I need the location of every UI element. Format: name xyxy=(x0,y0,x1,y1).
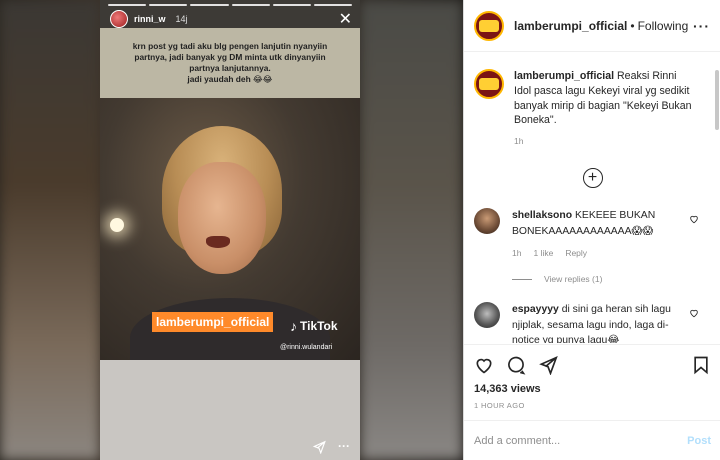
account-avatar[interactable] xyxy=(474,10,504,41)
comment-avatar[interactable] xyxy=(474,208,500,235)
comment-meta: 1h 1 like Reply xyxy=(512,247,684,260)
story-caption-box: krn post yg tadi aku blg pengen lanjutin… xyxy=(100,28,360,98)
blurred-background-left xyxy=(0,0,100,460)
post-timestamp[interactable]: 1 HOUR AGO xyxy=(474,401,711,410)
story-frame: rinni_w 14j ✕ krn post yg tadi aku blg p… xyxy=(100,0,360,460)
tiktok-note-icon: ♪ xyxy=(290,318,297,334)
post-comment-button[interactable]: Post xyxy=(687,435,711,447)
close-icon[interactable]: ✕ xyxy=(339,12,352,28)
comment-username[interactable]: shellaksono xyxy=(512,210,572,221)
like-icon[interactable] xyxy=(474,355,494,375)
caption-avatar[interactable] xyxy=(474,69,504,99)
blurred-background-right xyxy=(360,0,463,460)
media-viewer[interactable]: rinni_w 14j ✕ krn post yg tadi aku blg p… xyxy=(0,0,463,460)
person-mouth xyxy=(206,236,230,248)
share-icon[interactable] xyxy=(538,355,558,375)
header-separator: • xyxy=(630,18,635,33)
caption-username[interactable]: lamberumpi_official xyxy=(514,70,614,82)
post-caption: lamberumpi_official Reaksi Rinni Idol pa… xyxy=(464,53,720,148)
story-header: rinni_w 14j xyxy=(110,10,188,28)
bookmark-icon[interactable] xyxy=(691,355,711,375)
comment-username[interactable]: espayyyy xyxy=(512,304,559,315)
tiktok-logo: ♪ TikTok xyxy=(290,318,338,334)
send-icon[interactable] xyxy=(312,440,326,454)
person-face xyxy=(178,162,266,274)
tiktok-label: TikTok xyxy=(300,319,338,333)
more-icon[interactable]: ··· xyxy=(338,440,350,452)
view-count[interactable]: 14,363 views xyxy=(474,383,711,395)
story-avatar[interactable] xyxy=(110,10,128,28)
comment-input[interactable] xyxy=(474,434,688,447)
heart-icon[interactable] xyxy=(689,214,699,224)
view-replies-button[interactable]: View replies (1) xyxy=(512,274,720,284)
load-more-comments-icon[interactable]: + xyxy=(582,168,603,189)
reply-button[interactable]: Reply xyxy=(565,247,587,260)
comments-section[interactable]: lamberumpi_official Reaksi Rinni Idol pa… xyxy=(464,53,720,343)
comment-item: espayyyy di sini ga heran sih lagu njipl… xyxy=(464,302,720,343)
post-panel: lamberumpi_official • Following ··· lamb… xyxy=(463,0,720,460)
caption-time: 1h xyxy=(514,136,524,147)
heart-icon[interactable] xyxy=(689,308,699,318)
story-caption: krn post yg tadi aku blg pengen lanjutin… xyxy=(132,41,328,84)
story-progress xyxy=(108,4,353,6)
comment-icon[interactable] xyxy=(506,355,526,375)
lamp-light xyxy=(110,218,124,232)
comment-composer: Post xyxy=(464,420,720,460)
comment-item: shellaksono KEKEEE BUKAN BONEKAAAAAAAAAA… xyxy=(464,208,720,260)
story-username[interactable]: rinni_w xyxy=(134,14,166,24)
view-replies-label: View replies (1) xyxy=(544,274,603,285)
scrollbar[interactable] xyxy=(715,70,719,130)
following-button[interactable]: Following xyxy=(638,19,689,33)
comment-avatar[interactable] xyxy=(474,302,500,329)
story-time: 14j xyxy=(175,14,188,24)
tiktok-username: @rinni.wulandari xyxy=(280,344,333,351)
video-frame[interactable]: lamberumpi_official ♪ TikTok @rinni.wula… xyxy=(100,98,360,360)
comment-likes[interactable]: 1 like xyxy=(533,247,553,260)
post-header: lamberumpi_official • Following ··· xyxy=(464,0,720,52)
action-bar: 14,363 views 1 HOUR AGO xyxy=(464,344,720,410)
comment-time: 1h xyxy=(512,248,522,259)
watermark-label: lamberumpi_official xyxy=(152,312,274,332)
more-options-icon[interactable]: ··· xyxy=(693,18,710,34)
header-username[interactable]: lamberumpi_official xyxy=(514,19,627,33)
